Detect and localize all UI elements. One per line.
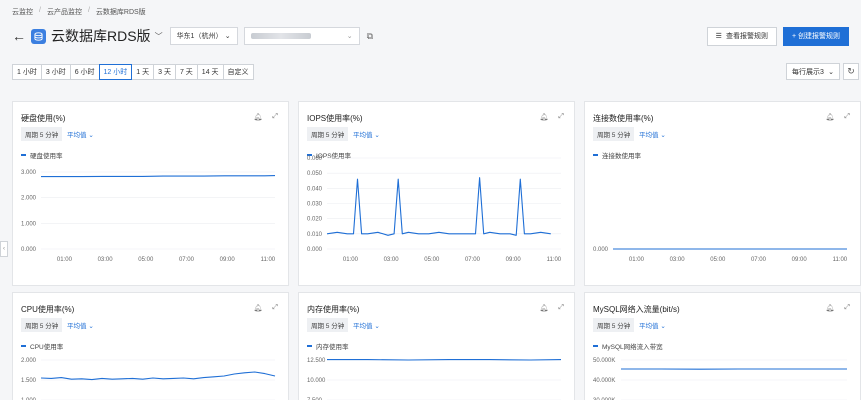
y-tick-label: 12.500 <box>307 358 326 364</box>
view-alarm-rules-label: 查看报警规则 <box>725 33 768 40</box>
x-tick-label: 05:00 <box>710 257 726 263</box>
redacted-instance-name <box>250 33 311 39</box>
time-range-button[interactable]: 14 天 <box>196 64 224 80</box>
y-tick-label: 0.050 <box>307 171 323 177</box>
breadcrumb-separator: / <box>87 7 90 14</box>
metric-chart-card: MySQL网络入流量(bit/s) 🔔︎ ⤢ 周期 5 分钟 平均值 ⌄ MySQL网络流… <box>584 292 861 400</box>
x-tick-label: 09:00 <box>506 257 522 263</box>
breadcrumb-separator: / <box>39 7 41 14</box>
y-tick-label: 2.000 <box>21 358 37 364</box>
breadcrumb: 云监控 / 云产品监控 / 云数据库RDS版 <box>12 7 146 17</box>
metric-chart-card: CPU使用率(%) 🔔︎ ⤢ 周期 5 分钟 平均值 ⌄ CPU使用率 2.000 1.500… <box>12 292 289 400</box>
create-alarm-rule-button[interactable]: + 创建报警规则 <box>782 26 849 46</box>
region-select[interactable]: 华东1（杭州） ⌄ <box>169 27 238 45</box>
line-chart: 3.000 2.000 1.000 0.000 01:00 03:00 05:00 07:00… <box>21 170 276 263</box>
metric-chart-card: 硬盘使用(%) 🔔︎ ⤢ 周期 5 分钟 平均值 ⌄ 硬盘使用率 3.000 2.000 1.0… <box>12 101 289 286</box>
breadcrumb-item: 云数据库RDS版 <box>95 9 146 16</box>
per-row-select[interactable]: 每行展示3 ⌄ <box>786 63 840 80</box>
time-range-button[interactable]: 3 天 <box>153 64 176 80</box>
chevron-down-icon: ⌄ <box>346 33 353 40</box>
time-range-button[interactable]: 12 小时 <box>98 64 133 80</box>
time-range-button[interactable]: 1 天 <box>131 64 155 80</box>
line-chart: 12.50010.0007.500 <box>307 358 562 400</box>
y-tick-label: 2.000 <box>21 196 37 202</box>
y-tick-label: 0.000 <box>307 247 323 253</box>
y-tick-label: 0.000 <box>21 247 37 253</box>
page-title: 云数据库RDS版 <box>51 28 151 44</box>
time-range-button[interactable]: 6 小时 <box>69 64 100 80</box>
refresh-button[interactable]: ↻ <box>843 63 859 80</box>
title-bar: ← 云数据库RDS版 ﹀ 华东1（杭州） ⌄ ⌄ ⧉ ☰ 查看报警规则 + 创建… <box>12 25 849 47</box>
chevron-down-icon[interactable]: ﹀ <box>155 31 163 42</box>
x-tick-label: 01:00 <box>57 257 73 263</box>
y-tick-label: 0.030 <box>307 202 323 208</box>
view-alarm-rules-button[interactable]: ☰ 查看报警规则 <box>706 26 777 46</box>
x-tick-label: 03:00 <box>98 257 114 263</box>
y-tick-label: 50.000K <box>593 358 615 364</box>
y-tick-label: 3.000 <box>21 170 37 176</box>
time-range-button[interactable]: 自定义 <box>222 64 254 80</box>
line-chart: 0.000 01:00 03:00 05:00 07:00 09:00 11:00 <box>593 247 848 263</box>
breadcrumb-item[interactable]: 云监控 <box>12 7 33 17</box>
y-tick-label: 0.010 <box>307 232 323 238</box>
region-select-value: 华东1（杭州） <box>176 33 223 40</box>
x-tick-label: 09:00 <box>220 257 236 263</box>
y-tick-label: 0.040 <box>307 186 323 192</box>
header-actions: ☰ 查看报警规则 + 创建报警规则 <box>706 26 849 46</box>
series-line[interactable] <box>40 371 276 381</box>
metric-chart-card: 内存使用率(%) 🔔︎ ⤢ 周期 5 分钟 平均值 ⌄ 内存使用率 12.500 10.000… <box>298 292 575 400</box>
per-row-select-value: 每行展示3 <box>792 68 824 76</box>
metric-chart-card: 连接数使用率(%) 🔔︎ ⤢ 周期 5 分钟 平均值 ⌄ 连接数使用率 0.000 01:00… <box>584 101 861 286</box>
line-chart: 0.060 0.050 0.040 0.030 0.020 0.010 0.000 01:00… <box>307 156 562 263</box>
y-tick-label: 0.060 <box>307 156 323 162</box>
x-tick-label: 01:00 <box>343 257 359 263</box>
chevron-down-icon: ⌄ <box>224 33 231 40</box>
time-range-button[interactable]: 7 天 <box>174 64 198 80</box>
series-line[interactable] <box>326 177 551 236</box>
x-tick-label: 07:00 <box>179 257 195 263</box>
line-chart: 50.000K40.000K30.000K <box>593 358 847 400</box>
copy-icon[interactable]: ⧉ <box>367 31 373 42</box>
time-range-button[interactable]: 1 小时 <box>12 64 42 80</box>
x-tick-label: 03:00 <box>384 257 400 263</box>
list-icon: ☰ <box>715 33 722 40</box>
instance-select[interactable]: ⌄ <box>243 27 360 45</box>
x-tick-label: 05:00 <box>424 257 440 263</box>
time-range-button[interactable]: 3 小时 <box>40 64 71 80</box>
x-tick-label: 09:00 <box>792 257 808 263</box>
y-tick-label: 0.000 <box>593 247 609 253</box>
scroll-left-handle[interactable]: ‹ <box>0 241 8 257</box>
time-range-group: 1 小时 3 小时 6 小时 12 小时 1 天3 天7 天 14 天自定义 <box>12 64 254 80</box>
x-tick-label: 11:00 <box>547 257 562 263</box>
x-tick-label: 11:00 <box>833 257 848 263</box>
y-tick-label: 40.000K <box>593 378 615 384</box>
x-tick-label: 07:00 <box>751 257 767 263</box>
x-tick-label: 01:00 <box>629 257 645 263</box>
database-icon <box>31 28 46 44</box>
y-tick-label: 1.500 <box>21 378 37 384</box>
x-tick-label: 05:00 <box>138 257 154 263</box>
chevron-down-icon: ⌄ <box>828 68 834 76</box>
x-tick-label: 07:00 <box>465 257 481 263</box>
breadcrumb-item[interactable]: 云产品监控 <box>47 7 82 17</box>
x-tick-label: 11:00 <box>261 257 276 263</box>
y-tick-label: 0.020 <box>307 217 323 223</box>
y-tick-label: 1.000 <box>21 221 37 227</box>
x-tick-label: 03:00 <box>670 257 686 263</box>
y-tick-label: 10.000 <box>307 378 326 384</box>
series-line[interactable] <box>41 175 276 178</box>
metric-chart-card: IOPS使用率(%) 🔔︎ ⤢ 周期 5 分钟 平均值 ⌄ IOPS使用率 0.060 0.0… <box>298 101 575 286</box>
line-chart: 2.0001.5001.000 <box>21 358 276 400</box>
back-arrow-icon[interactable]: ← <box>12 28 28 44</box>
